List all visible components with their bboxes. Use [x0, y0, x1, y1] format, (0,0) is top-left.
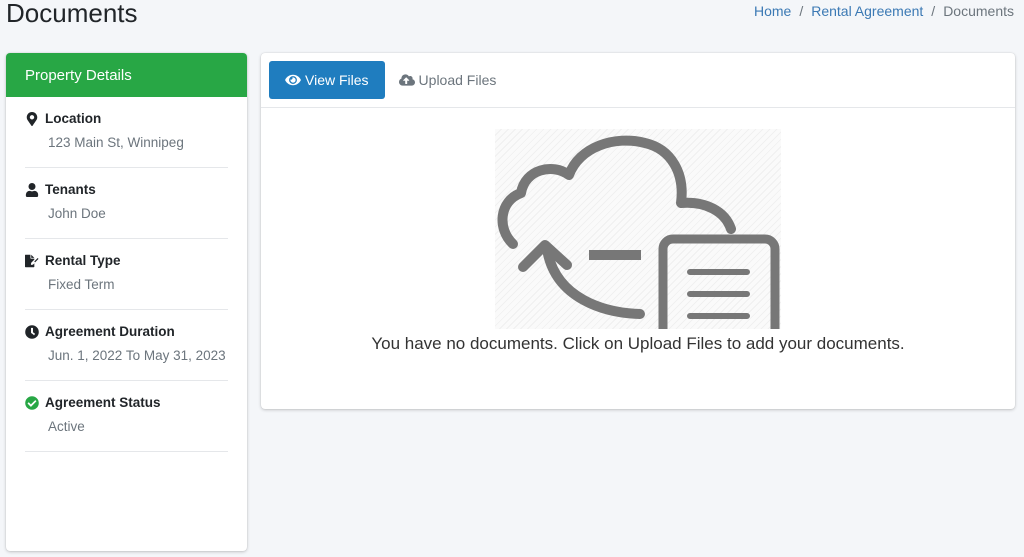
breadcrumb-current: Documents: [943, 3, 1014, 19]
page-title: Documents: [6, 0, 138, 28]
breadcrumb-home[interactable]: Home: [754, 3, 791, 19]
eye-icon: [285, 74, 301, 86]
tenants-value: John Doe: [48, 206, 106, 221]
tab-view-files-label: View Files: [305, 72, 369, 88]
map-marker-icon: [26, 111, 38, 126]
empty-state-message: You have no documents. Click on Upload F…: [371, 334, 905, 353]
breadcrumb-separator: /: [931, 3, 936, 19]
breadcrumb: Home / Rental Agreement / Documents: [754, 3, 1014, 19]
property-details-header: Property Details: [6, 53, 247, 97]
agreement-duration-label: Agreement Duration: [45, 324, 175, 339]
tab-view-files[interactable]: View Files: [269, 61, 385, 99]
breadcrumb-separator: /: [799, 3, 804, 19]
empty-state: You have no documents. Click on Upload F…: [261, 129, 1015, 354]
cloud-upload-document-icon: [497, 135, 780, 348]
location-value: 123 Main St, Winnipeg: [48, 135, 184, 150]
check-circle-icon: [25, 395, 39, 410]
location-label: Location: [45, 111, 102, 126]
documents-card: View Files Upload Files You have no docu…: [261, 53, 1015, 409]
property-agreement-duration: Agreement Duration Jun. 1, 2022 To May 3…: [25, 310, 228, 381]
property-agreement-status: Agreement Status Active: [25, 381, 228, 452]
documents-tabs: View Files Upload Files: [261, 53, 1015, 108]
agreement-duration-value: Jun. 1, 2022 To May 31, 2023: [48, 348, 226, 363]
property-details-card: Property Details Location 123 Main St, W…: [6, 53, 247, 551]
file-signature-icon: [25, 254, 39, 267]
rental-type-value: Fixed Term: [48, 277, 115, 292]
tab-upload-files[interactable]: Upload Files: [398, 61, 513, 99]
breadcrumb-rental-agreement[interactable]: Rental Agreement: [811, 3, 923, 19]
clock-icon: [25, 324, 39, 339]
property-location: Location 123 Main St, Winnipeg: [25, 97, 228, 168]
tenants-label: Tenants: [45, 182, 96, 197]
property-tenants: Tenants John Doe: [25, 168, 228, 239]
agreement-status-value: Active: [48, 419, 85, 434]
rental-type-label: Rental Type: [45, 253, 121, 268]
cloud-upload-icon: [398, 74, 415, 86]
property-rental-type: Rental Type Fixed Term: [25, 239, 228, 310]
agreement-status-label: Agreement Status: [45, 395, 161, 410]
cloud-document-illustration: [495, 129, 781, 348]
user-icon: [25, 182, 39, 197]
tab-upload-files-label: Upload Files: [418, 72, 497, 88]
